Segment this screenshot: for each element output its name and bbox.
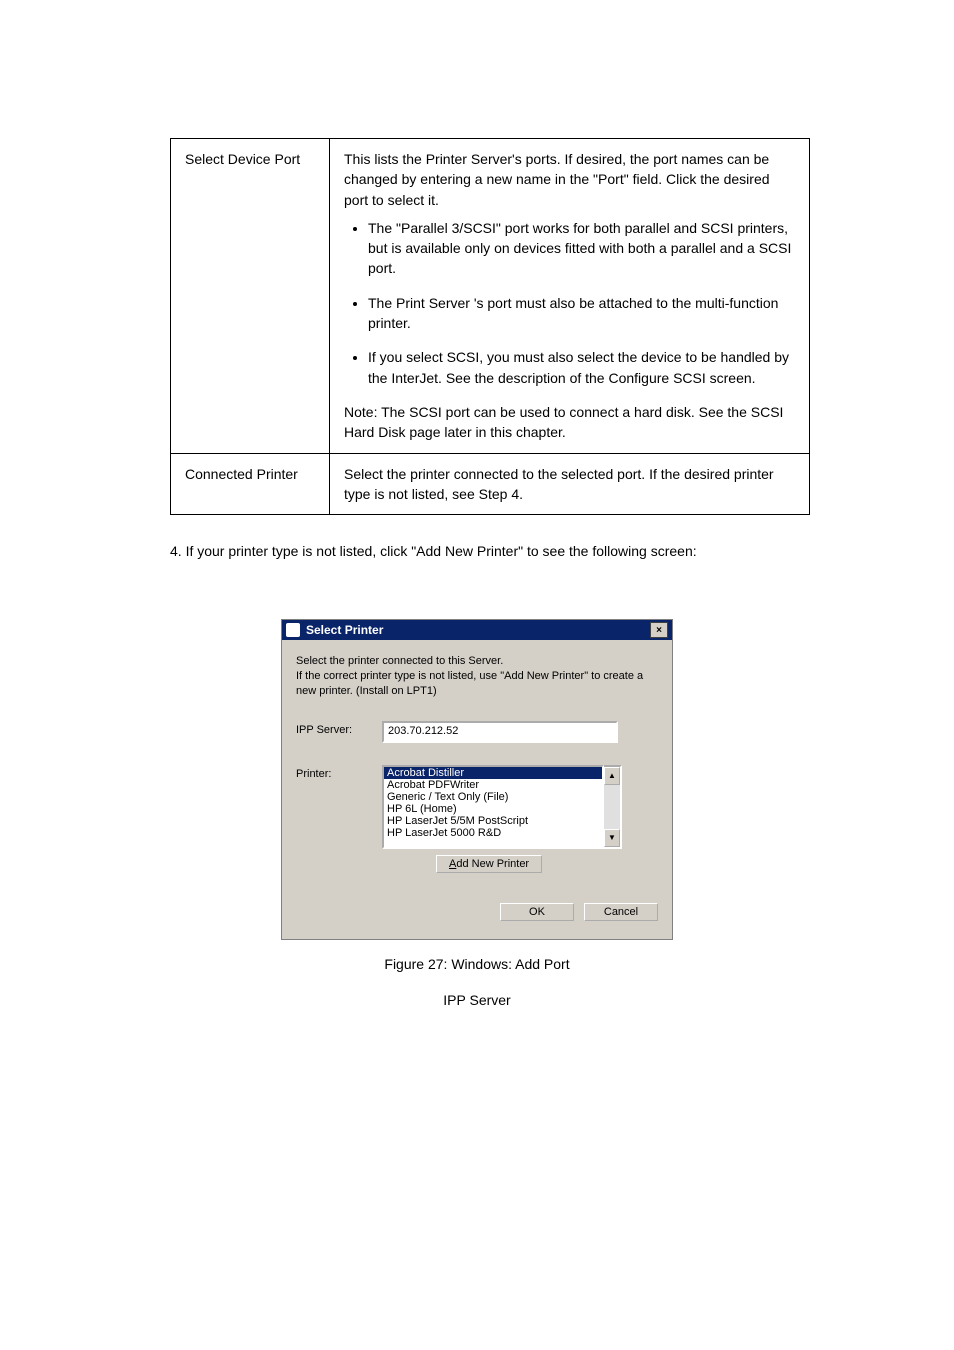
row1-bullet-2: The Print Server 's port must also be at… [368,293,795,334]
ipp-server-field[interactable]: 203.70.212.52 [382,721,618,743]
dialog-titlebar[interactable]: Select Printer × [282,620,672,640]
printer-label: Printer: [296,765,382,780]
dialog-title: Select Printer [306,623,383,637]
row1-bullet-3: If you select SCSI, you must also select… [368,347,795,388]
row1-note: Note: The SCSI port can be used to conne… [344,402,795,443]
row1-right: This lists the Printer Server's ports. I… [330,139,810,454]
list-item[interactable]: HP LaserJet 5000 R&D [384,827,602,839]
list-scrollbar[interactable]: ▲ ▼ [604,765,622,849]
cancel-button[interactable]: Cancel [584,903,658,921]
info-table: Select Device Port This lists the Printe… [170,138,810,515]
printer-icon [286,623,300,637]
row2-right: Select the printer connected to the sele… [330,453,810,515]
add-new-printer-button[interactable]: Add New Printer [436,855,542,873]
dialog-description: Select the printer connected to this Ser… [296,654,658,699]
ok-button[interactable]: OK [500,903,574,921]
scroll-up-icon[interactable]: ▲ [604,767,620,785]
row2-left: Connected Printer [171,453,330,515]
row1-bullet-1: The "Parallel 3/SCSI" port works for bot… [368,218,795,279]
row1-left: Select Device Port [171,139,330,454]
close-icon: × [656,625,662,636]
ipp-server-label: IPP Server: [296,721,382,736]
list-item[interactable]: Acrobat PDFWriter [384,779,602,791]
scroll-track[interactable] [604,785,620,829]
row1-intro: This lists the Printer Server's ports. I… [344,149,795,210]
list-item[interactable]: HP LaserJet 5/5M PostScript [384,815,602,827]
list-item[interactable]: Acrobat Distiller [384,767,602,779]
scroll-down-icon[interactable]: ▼ [604,829,620,847]
list-item[interactable]: Generic / Text Only (File) [384,791,602,803]
figure-caption: Figure 27: Windows: Add Port [70,956,884,972]
select-printer-dialog: Select Printer × Select the printer conn… [281,619,673,940]
close-button[interactable]: × [650,622,668,638]
printer-listbox[interactable]: Acrobat Distiller Acrobat PDFWriter Gene… [382,765,604,849]
step4-text: 4. If your printer type is not listed, c… [170,543,884,559]
list-item[interactable]: HP 6L (Home) [384,803,602,815]
ipp-server-caption: IPP Server [70,992,884,1008]
